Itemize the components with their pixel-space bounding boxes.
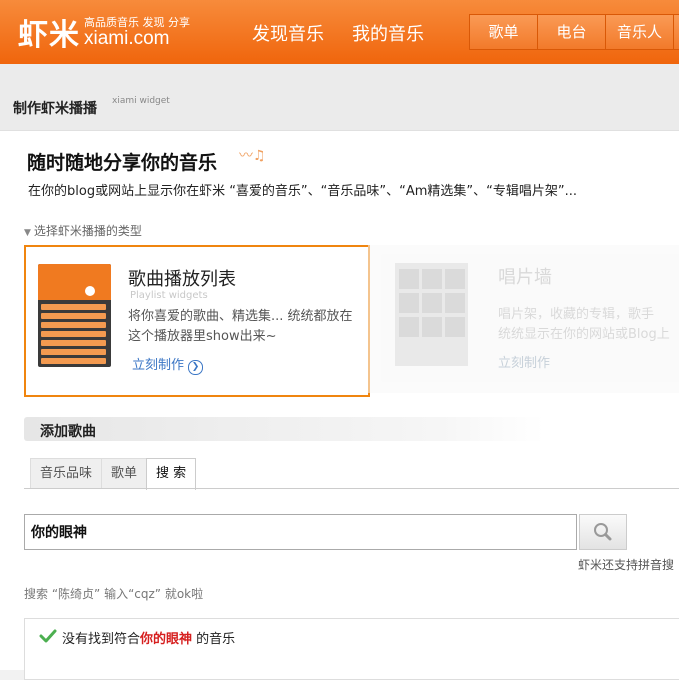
search-result-box: 没有找到符合你的眼神 的音乐 (24, 618, 679, 680)
nav-my-music[interactable]: 我的音乐 (352, 20, 424, 46)
magnifier-icon (594, 523, 612, 541)
page-title: 制作虾米播播 (13, 101, 97, 117)
nav-radio[interactable]: 电台 (538, 15, 606, 49)
nav-artists[interactable]: 音乐人 (606, 15, 674, 49)
card-description-line: 统统显示在你的网站或Blog上 (498, 327, 670, 342)
card-title: 歌曲播放列表 (128, 269, 236, 290)
main-panel: 随时随地分享你的音乐 〰♫ 在你的blog或网站上显示你在虾米 “喜爱的音乐”、… (0, 131, 679, 680)
song-source-tabs: 音乐品味 歌单 搜 索 (30, 458, 197, 490)
card-subtitle: Playlist widgets (130, 290, 208, 301)
hero-description: 在你的blog或网站上显示你在虾米 “喜爱的音乐”、“音乐品味”、“Am精选集”… (28, 184, 578, 199)
card-description: 唱片架，收藏的专辑，歌手 统统显示在你的网站或Blog上 (498, 305, 679, 345)
result-suffix: 的音乐 (192, 632, 236, 647)
logo-text[interactable]: 虾米 (18, 10, 80, 54)
logo-domain: xiami.com (84, 28, 170, 49)
add-songs-header: 添加歌曲 (24, 417, 544, 441)
page-title-en: xiami widget (112, 96, 170, 106)
song-search-input[interactable] (24, 514, 577, 550)
create-now-link[interactable]: 立刻制作 (498, 352, 550, 371)
arrow-right-icon: ❯ (188, 360, 204, 375)
widget-type-label[interactable]: ▼ 选择虾米播播的类型 (24, 222, 142, 239)
search-button[interactable] (579, 514, 627, 550)
widget-type-label-text: 选择虾米播播的类型 (33, 224, 142, 238)
tabs-divider (24, 488, 679, 489)
pinyin-support-note: 虾米还支持拼音搜 (578, 558, 675, 572)
album-wall-thumbnail (395, 263, 468, 366)
no-result-message: 没有找到符合你的眼神 的音乐 (62, 628, 235, 647)
widget-card-album-wall[interactable]: 唱片墙 唱片架，收藏的专辑，歌手 统统显示在你的网站或Blog上 立刻制作 (368, 245, 679, 393)
search-hint: 搜索 “陈绮贞” 输入“cqz” 就ok啦 (24, 587, 204, 601)
top-header: 虾米 高品质音乐 发现 分享 xiami.com 发现音乐 我的音乐 歌单 电台… (0, 0, 679, 64)
create-now-label: 立刻制作 (132, 358, 185, 373)
create-now-link[interactable]: 立刻制作 ❯ (132, 354, 204, 375)
section-title: 添加歌曲 (40, 424, 96, 440)
result-keyword: 你的眼神 (140, 632, 193, 647)
page-title-band: 制作虾米播播 xiami widget (0, 64, 679, 131)
check-icon (39, 629, 57, 643)
card-title: 唱片墙 (498, 267, 552, 288)
hero-title: 随时随地分享你的音乐 (27, 152, 218, 174)
nav-playlists[interactable]: 歌单 (470, 15, 538, 49)
card-description: 将你喜爱的歌曲、精选集... 统统都放在这个播放器里show出来~ (128, 309, 353, 344)
tab-search[interactable]: 搜 索 (146, 458, 197, 490)
playlist-widget-thumbnail (38, 264, 111, 367)
tab-music-taste[interactable]: 音乐品味 (30, 458, 103, 489)
nav-discover-music[interactable]: 发现音乐 (252, 20, 324, 46)
card-description-line: 唱片架，收藏的专辑，歌手 (498, 307, 655, 322)
triangle-down-icon: ▼ (24, 228, 31, 238)
music-note-icon: 〰♫ (239, 148, 266, 164)
tab-playlist[interactable]: 歌单 (101, 458, 148, 489)
nav-box: 歌单 电台 音乐人 (469, 14, 679, 50)
widget-card-playlist[interactable]: 歌曲播放列表 Playlist widgets 将你喜爱的歌曲、精选集... 统… (24, 245, 370, 397)
result-prefix: 没有找到符合 (62, 632, 141, 647)
